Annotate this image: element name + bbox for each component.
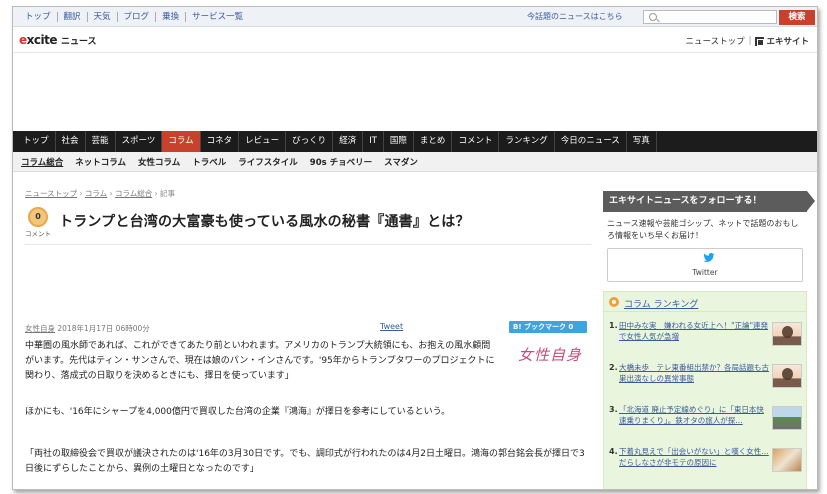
nav-item-today[interactable]: 今日のニュース xyxy=(555,131,627,152)
breadcrumb-column[interactable]: コラム xyxy=(85,189,107,198)
ranking-title-link[interactable]: コラム ランキング xyxy=(624,297,698,310)
search-icon xyxy=(649,13,657,21)
excite-icon xyxy=(755,36,765,46)
twitter-follow-button[interactable]: Twitter xyxy=(607,248,803,282)
follow-heading: エキサイトニュースをフォローする！ xyxy=(603,191,815,212)
ranking-item[interactable]: 3. 「北海道 廃止予定線めぐり」に「東日本快速乗りまくり」。鉄オタの旅人が探… xyxy=(609,404,802,440)
ranking-number: 1. xyxy=(609,321,618,330)
gift-icon[interactable] xyxy=(772,448,802,472)
subnav-item-smadan[interactable]: スマダン xyxy=(384,156,418,168)
article-meta: 女性自身 2018年1月17日 06時00分 Tweet B! ブックマーク 0 xyxy=(25,321,591,335)
nav-item-it[interactable]: IT xyxy=(363,131,384,152)
breadcrumb-column-all[interactable]: コラム総合 xyxy=(115,189,152,198)
content-area: ニューストップ › コラム › コラム総合 › 記事 0 コメント トランプと台… xyxy=(13,174,817,489)
breadcrumb-news-top[interactable]: ニューストップ xyxy=(25,189,77,198)
article-paragraph: ほかにも、'16年にシャープを4,000億円で買収した台湾の企業『鴻海』が擇日を… xyxy=(25,407,451,417)
nav-item-bikkuri[interactable]: びっくり xyxy=(286,131,334,152)
util-link-top[interactable]: トップ xyxy=(19,11,58,22)
util-link-translate[interactable]: 翻訳 xyxy=(58,11,88,22)
subnav-item-net-column[interactable]: ネットコラム xyxy=(75,156,126,168)
train-icon[interactable] xyxy=(772,406,802,430)
ranking-heading: コラム ランキング xyxy=(604,292,806,312)
divider: | xyxy=(748,36,752,46)
article-paragraph: 中華圏の風水師であれば、これができてあたり前といわれます。アメリカのトランプ大統… xyxy=(25,341,495,381)
trending-news-link[interactable]: 今話題のニュースはこちら xyxy=(527,7,623,26)
ranking-item[interactable]: 2. 大橋未歩 テレ東番組出禁か？各局話題も古巣出演なしの異常事態 xyxy=(609,362,802,398)
tweet-button[interactable]: Tweet xyxy=(380,322,403,331)
ranking-icon xyxy=(609,297,619,307)
article-source-link[interactable]: 女性自身 xyxy=(25,324,55,333)
hatena-bookmark-button[interactable]: B! ブックマーク 0 xyxy=(509,321,587,333)
nav-item-review[interactable]: レビュー xyxy=(239,131,287,152)
article-source-date: 女性自身 2018年1月17日 06時00分 xyxy=(25,323,150,334)
person-icon[interactable] xyxy=(772,322,802,346)
subnav-item-lifestyle[interactable]: ライフスタイル xyxy=(238,156,298,168)
util-link-weather[interactable]: 天気 xyxy=(88,11,118,22)
ranking-item[interactable]: 4. 下着丸見えで「出会いがない」と嘆く女性…だらしなさが非モテの原因に xyxy=(609,446,802,482)
logo-main: xcite xyxy=(26,33,58,47)
search-button[interactable]: 検索 xyxy=(779,10,815,25)
nav-item-matome[interactable]: まとめ xyxy=(414,131,453,152)
logo-suffix: ニュース xyxy=(60,37,97,47)
news-top-link[interactable]: ニューストップ xyxy=(686,35,745,47)
util-link-services[interactable]: サービス一覧 xyxy=(186,12,249,22)
comment-label: コメント xyxy=(25,230,51,238)
nav-item-koneta[interactable]: コネタ xyxy=(201,131,240,152)
breadcrumb-current: 記事 xyxy=(160,189,176,198)
sidebar: エキサイトニュースをフォローする！ ニュース速報や芸能ゴシップ、ネットで話題のお… xyxy=(603,191,815,489)
ranking-link[interactable]: 田中みな実 嫌われる女近上へ！"正論"連発で女性人気が急増 xyxy=(619,320,769,342)
nav-item-society[interactable]: 社会 xyxy=(56,131,86,152)
subnav-item-column-all[interactable]: コラム総合 xyxy=(21,156,63,168)
subnav-item-90s[interactable]: 90s チョベリー xyxy=(310,156,372,168)
twitter-label: Twitter xyxy=(692,268,718,277)
ranking-link[interactable]: 下着丸見えで「出会いがない」と嘆く女性…だらしなさが非モテの原因に xyxy=(619,446,769,468)
ad-space xyxy=(13,53,817,131)
util-link-transit[interactable]: 乗換 xyxy=(156,11,187,22)
nav-item-top[interactable]: トップ xyxy=(17,131,56,152)
brand-header: excite ニュース ニューストップ | エキサイト xyxy=(13,27,817,53)
ranking-number: 4. xyxy=(609,447,618,456)
subnav-item-travel[interactable]: トラベル xyxy=(192,156,226,168)
browser-page: トップ 翻訳 天気 ブログ 乗換 サービス一覧 今話題のニュースはこちら 検索 … xyxy=(12,6,818,490)
excite-news-logo[interactable]: excite ニュース xyxy=(19,33,97,47)
main-nav: トップ 社会 芸能 スポーツ コラム コネタ レビュー びっくり 経済 IT 国… xyxy=(13,131,817,152)
ranking-item[interactable]: 1. 田中みな実 嫌われる女近上へ！"正論"連発で女性人気が急増 xyxy=(609,320,802,356)
title-row: 0 コメント トランプと台湾の大富豪も使っている風水の秘書『通書』とは？ xyxy=(25,207,591,245)
ranking-number: 2. xyxy=(609,363,618,372)
article-date: 2018年1月17日 06時00分 xyxy=(57,324,150,333)
ranking-number: 3. xyxy=(609,405,618,414)
follow-description: ニュース速報や芸能ゴシップ、ネットで話題のおもしろ情報をいち早くお届け！ xyxy=(607,219,799,240)
sub-nav: コラム総合 ネットコラム 女性コラム トラベル ライフスタイル 90s チョベリ… xyxy=(13,152,817,172)
subnav-item-women-column[interactable]: 女性コラム xyxy=(138,156,180,168)
source-logo: 女性自身 xyxy=(518,346,583,364)
comment-count: 0 xyxy=(28,207,48,227)
nav-item-comment[interactable]: コメント xyxy=(452,131,500,152)
nav-item-column[interactable]: コラム xyxy=(162,131,201,152)
nav-item-economy[interactable]: 経済 xyxy=(333,131,364,152)
nav-item-entertainment[interactable]: 芸能 xyxy=(86,131,116,152)
person-icon[interactable] xyxy=(772,364,802,388)
column-ranking: コラム ランキング 1. 田中みな実 嫌われる女近上へ！"正論"連発で女性人気が… xyxy=(603,291,807,489)
brand-links: ニューストップ | エキサイト xyxy=(686,35,809,47)
ranking-link[interactable]: 「北海道 廃止予定線めぐり」に「東日本快速乗りまくり」。鉄オタの旅人が探… xyxy=(619,404,769,426)
twitter-bird-icon xyxy=(703,253,715,262)
article-body: 中華圏の風水師であれば、これができてあたり前といわれます。アメリカのトランプ大統… xyxy=(25,339,495,441)
article-header: ニューストップ › コラム › コラム総合 › 記事 0 コメント トランプと台… xyxy=(25,174,591,245)
ranking-link[interactable]: 大橋未歩 テレ東番組出禁か？各局話題も古巣出演なしの異常事態 xyxy=(619,362,769,384)
article-title: トランプと台湾の大富豪も使っている風水の秘書『通書』とは？ xyxy=(59,214,470,230)
nav-item-sports[interactable]: スポーツ xyxy=(116,131,163,152)
article-paragraph: 「両社の取締役会で買収が議決されたのは'16年の3月30日です。でも、調印式が行… xyxy=(25,449,585,474)
excite-link[interactable]: エキサイト xyxy=(766,35,809,47)
nav-item-ranking[interactable]: ランキング xyxy=(499,131,555,152)
breadcrumb: ニューストップ › コラム › コラム総合 › 記事 xyxy=(25,189,176,198)
nav-item-international[interactable]: 国際 xyxy=(384,131,414,152)
search-input[interactable] xyxy=(643,10,777,24)
logo-prefix: e xyxy=(19,33,27,47)
comment-badge[interactable]: 0 コメント xyxy=(25,207,51,238)
utility-links: トップ 翻訳 天気 ブログ 乗換 サービス一覧 xyxy=(13,11,249,22)
article-body-wide: 「両社の取締役会で買収が議決されたのは'16年の3月30日です。でも、調印式が行… xyxy=(25,447,591,477)
utility-bar: トップ 翻訳 天気 ブログ 乗換 サービス一覧 今話題のニュースはこちら 検索 xyxy=(13,7,817,27)
util-link-blog[interactable]: ブログ xyxy=(118,11,157,22)
nav-item-photo[interactable]: 写真 xyxy=(627,131,657,152)
